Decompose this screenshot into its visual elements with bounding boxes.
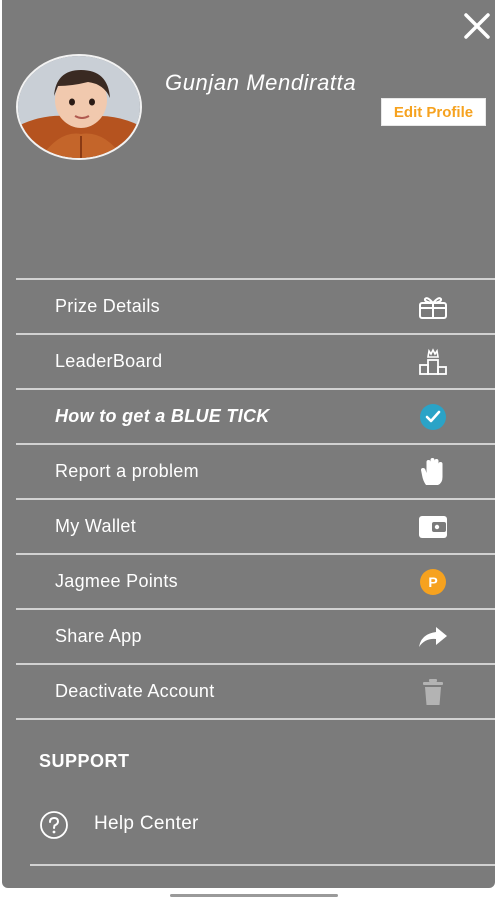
menu-item-label: My Wallet <box>55 516 137 536</box>
leaderboard-podium-icon <box>416 347 450 377</box>
edit-profile-button[interactable]: Edit Profile <box>381 98 486 126</box>
menu-item-label: Report a problem <box>55 461 199 481</box>
gift-box-icon <box>416 292 450 322</box>
menu-item-share-app[interactable]: Share App <box>16 610 495 663</box>
drawer-menu: Prize Details LeaderBoard How to get a B… <box>16 278 495 720</box>
points-badge-letter: P <box>428 574 437 590</box>
share-arrow-icon <box>416 622 450 652</box>
avatar[interactable] <box>16 54 142 160</box>
menu-item-label: Prize Details <box>55 296 160 316</box>
blue-tick-icon <box>416 402 450 432</box>
menu-item-jagmee-points[interactable]: Jagmee Points P <box>16 555 495 608</box>
divider <box>30 864 495 866</box>
menu-item-blue-tick[interactable]: How to get a BLUE TICK <box>16 390 495 443</box>
menu-item-label: LeaderBoard <box>55 351 163 371</box>
support-section-title: SUPPORT <box>39 751 130 771</box>
menu-item-prize-details[interactable]: Prize Details <box>16 280 495 333</box>
help-center-label: Help Center <box>94 813 199 834</box>
points-coin-icon: P <box>416 567 450 597</box>
menu-item-label: How to get a BLUE TICK <box>55 406 270 426</box>
menu-item-label: Jagmee Points <box>55 571 178 591</box>
trash-icon <box>416 677 450 707</box>
menu-item-deactivate-account[interactable]: Deactivate Account <box>16 665 495 718</box>
divider <box>16 718 495 720</box>
menu-item-label: Share App <box>55 626 142 646</box>
navigation-drawer: Gunjan Mendiratta Edit Profile Prize Det… <box>2 0 495 888</box>
menu-item-report-problem[interactable]: Report a problem <box>16 445 495 498</box>
menu-item-leaderboard[interactable]: LeaderBoard <box>16 335 495 388</box>
menu-item-my-wallet[interactable]: My Wallet <box>16 500 495 553</box>
menu-item-label: Deactivate Account <box>55 681 215 701</box>
raised-hand-icon <box>416 457 450 487</box>
close-icon[interactable] <box>460 9 494 43</box>
home-indicator[interactable] <box>170 894 338 897</box>
wallet-icon <box>416 512 450 542</box>
question-circle-icon <box>40 811 68 839</box>
profile-name: Gunjan Mendiratta <box>165 70 357 95</box>
help-center-item[interactable]: Help Center <box>30 800 470 848</box>
